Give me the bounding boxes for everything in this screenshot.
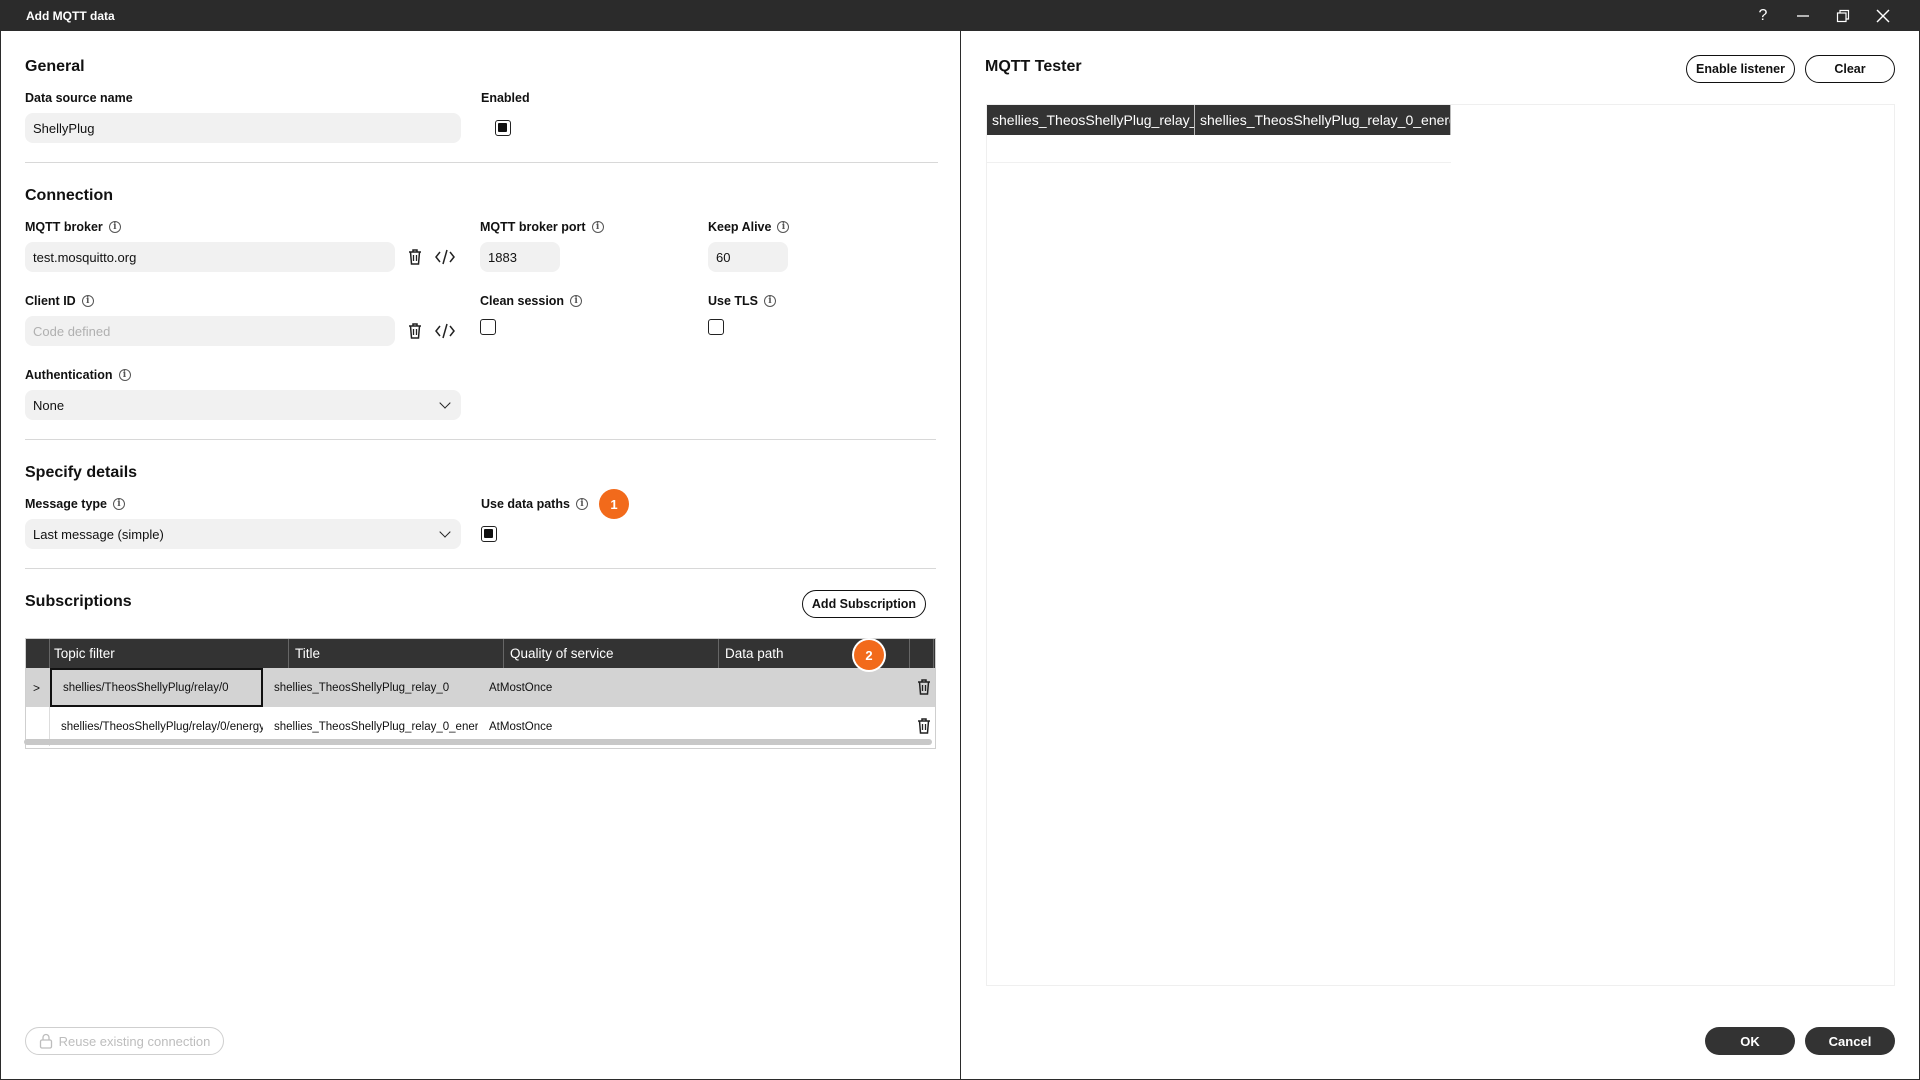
- info-icon[interactable]: i: [591, 221, 604, 233]
- reuse-label: Reuse existing connection: [58, 1033, 211, 1049]
- mqtt-tester-heading: MQTT Tester: [985, 58, 1082, 75]
- general-heading: General: [25, 58, 85, 75]
- header-expander-col: [26, 639, 50, 668]
- use-tls-label: Use TLS i: [708, 294, 777, 308]
- add-subscription-button[interactable]: Add Subscription: [802, 590, 926, 618]
- clean-session-checkbox[interactable]: [480, 319, 496, 335]
- info-icon[interactable]: i: [575, 498, 588, 510]
- use-data-paths-label: Use data paths i: [481, 497, 588, 511]
- subscriptions-table: Topic filter Title Quality of service Da…: [25, 638, 936, 749]
- tester-row-divider: [987, 162, 1451, 163]
- panel-divider: [960, 31, 961, 1080]
- info-icon[interactable]: i: [108, 221, 121, 233]
- section-divider: [25, 439, 936, 440]
- authentication-value: None: [33, 397, 65, 413]
- code-icon[interactable]: [434, 246, 456, 268]
- cell-data-path[interactable]: [693, 668, 908, 707]
- enable-listener-button[interactable]: Enable listener: [1686, 55, 1795, 83]
- keep-alive-input[interactable]: 60: [708, 242, 788, 272]
- trash-icon[interactable]: [913, 715, 935, 737]
- mqtt-broker-port-label: MQTT broker port i: [480, 220, 604, 234]
- mqtt-broker-label: MQTT broker i: [25, 220, 121, 234]
- reuse-existing-connection-button[interactable]: Reuse existing connection: [25, 1027, 224, 1055]
- window-title: Add MQTT data: [26, 9, 115, 23]
- table-header: Topic filter Title Quality of service Da…: [26, 639, 935, 668]
- mqtt-broker-input[interactable]: test.mosquitto.org: [25, 242, 395, 272]
- mqtt-broker-port-input[interactable]: 1883: [480, 242, 560, 272]
- info-icon[interactable]: i: [777, 221, 790, 233]
- tester-column-header[interactable]: shellies_TheosShellyPlug_relay_0: [987, 105, 1195, 135]
- close-icon[interactable]: [1868, 4, 1898, 28]
- mqtt-tester-grid: shellies_TheosShellyPlug_relay_0 shellie…: [986, 104, 1895, 986]
- trash-icon[interactable]: [404, 320, 426, 342]
- code-icon[interactable]: [434, 320, 456, 342]
- help-icon[interactable]: ?: [1748, 4, 1778, 28]
- data-source-name-input[interactable]: ShellyPlug: [25, 113, 461, 143]
- ok-button[interactable]: OK: [1705, 1027, 1795, 1055]
- chevron-down-icon: [439, 526, 451, 538]
- header-qos[interactable]: Quality of service: [504, 639, 719, 668]
- title-bar: Add MQTT data ?: [0, 0, 1920, 31]
- specify-details-heading: Specify details: [25, 464, 138, 481]
- section-divider: [25, 568, 936, 569]
- authentication-label: Authentication i: [25, 368, 131, 382]
- keep-alive-label: Keep Alive i: [708, 220, 790, 234]
- trash-icon[interactable]: [913, 676, 935, 698]
- message-type-label: Message type i: [25, 497, 125, 511]
- minimize-icon[interactable]: [1788, 4, 1818, 28]
- cancel-button[interactable]: Cancel: [1805, 1027, 1895, 1055]
- cell-topic-filter[interactable]: shellies/TheosShellyPlug/relay/0: [50, 668, 263, 707]
- subscriptions-heading: Subscriptions: [25, 593, 132, 610]
- tester-column-header[interactable]: shellies_TheosShellyPlug_relay_0_energy: [1195, 105, 1451, 135]
- callout-badge-2: 2: [854, 640, 884, 670]
- horizontal-scrollbar[interactable]: [24, 739, 932, 745]
- clear-button[interactable]: Clear: [1805, 55, 1895, 83]
- enabled-checkbox[interactable]: [495, 120, 511, 136]
- info-icon[interactable]: i: [112, 498, 125, 510]
- authentication-select[interactable]: None: [25, 390, 461, 420]
- header-title[interactable]: Title: [289, 639, 504, 668]
- message-type-select[interactable]: Last message (simple): [25, 519, 461, 549]
- table-row[interactable]: > shellies/TheosShellyPlug/relay/0 shell…: [26, 668, 935, 707]
- info-icon[interactable]: i: [81, 295, 94, 307]
- use-tls-checkbox[interactable]: [708, 319, 724, 335]
- use-data-paths-checkbox[interactable]: [481, 526, 497, 542]
- callout-badge-1: 1: [599, 489, 629, 519]
- section-divider: [25, 162, 938, 163]
- connection-heading: Connection: [25, 187, 113, 204]
- info-icon[interactable]: i: [764, 295, 777, 307]
- restore-icon[interactable]: [1828, 4, 1858, 28]
- chevron-down-icon: [439, 397, 451, 409]
- header-actions-col: [909, 639, 935, 668]
- lock-icon: [39, 1033, 52, 1049]
- info-icon[interactable]: i: [570, 295, 583, 307]
- info-icon[interactable]: i: [118, 369, 131, 381]
- header-data-path[interactable]: Data path: [719, 639, 934, 668]
- row-expander-icon[interactable]: >: [26, 668, 50, 707]
- clean-session-label: Clean session i: [480, 294, 583, 308]
- data-source-label: Data source name: [25, 91, 133, 105]
- client-id-input[interactable]: Code defined: [25, 316, 395, 346]
- client-id-label: Client ID i: [25, 294, 94, 308]
- cell-qos[interactable]: AtMostOnce: [478, 668, 693, 707]
- header-topic-filter[interactable]: Topic filter: [50, 639, 289, 668]
- message-type-value: Last message (simple): [33, 526, 164, 542]
- trash-icon[interactable]: [404, 246, 426, 268]
- enabled-label: Enabled: [481, 91, 530, 105]
- cell-title[interactable]: shellies_TheosShellyPlug_relay_0: [263, 668, 478, 707]
